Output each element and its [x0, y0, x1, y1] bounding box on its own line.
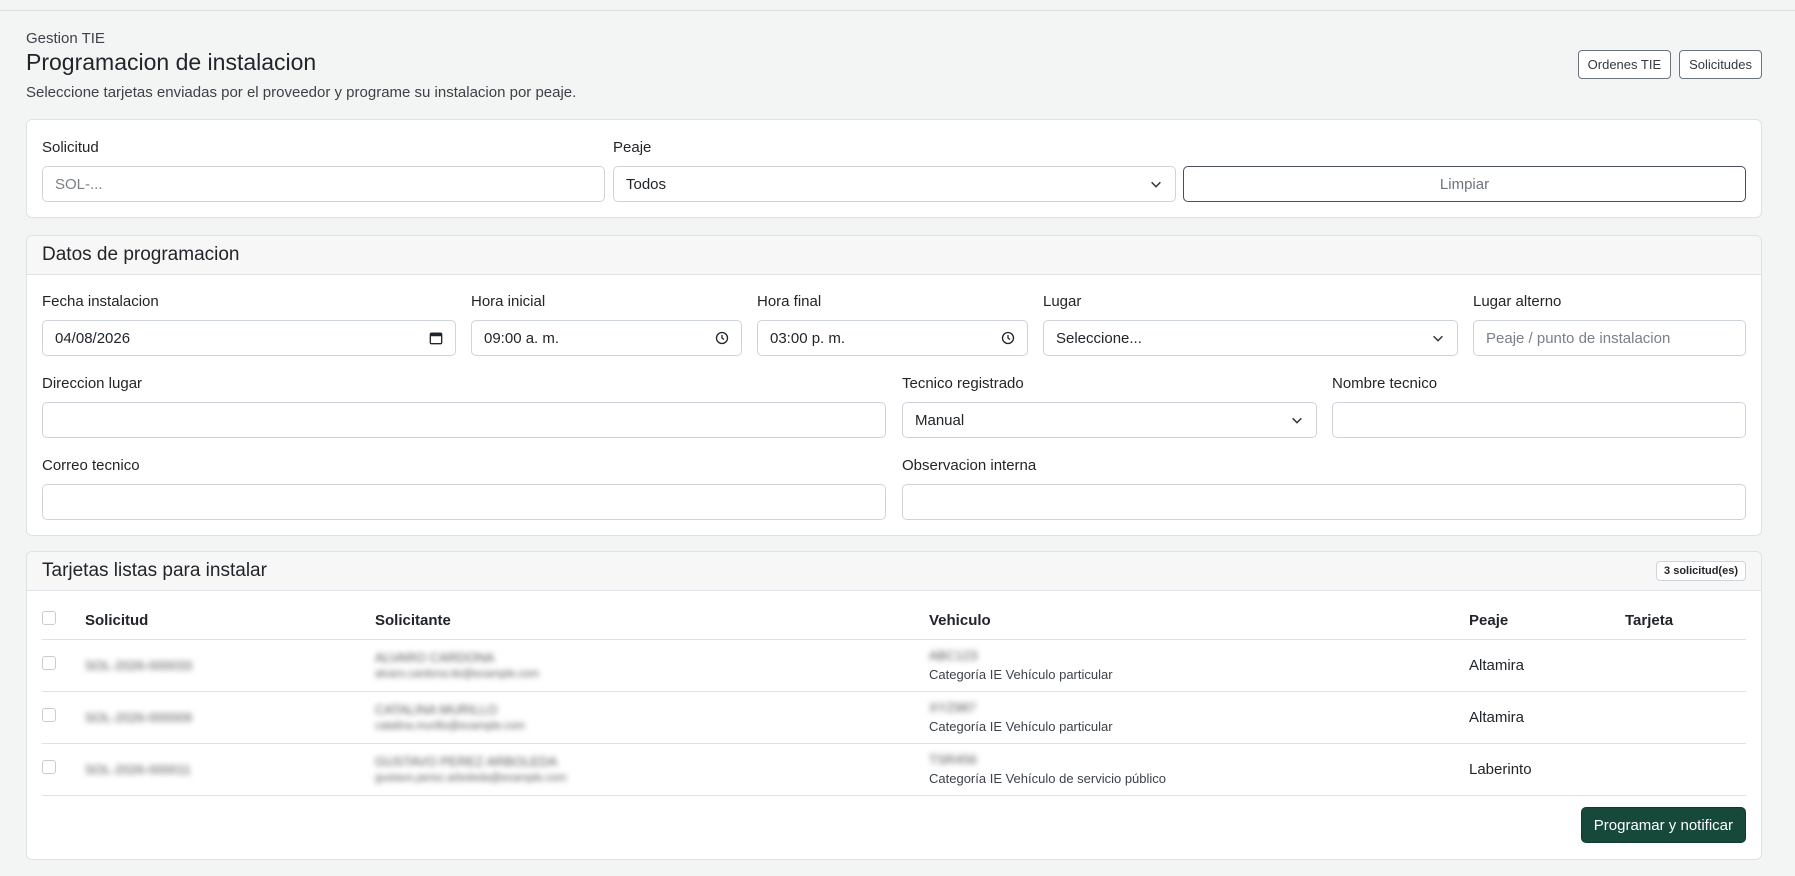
peaje-cell: Altamira: [1469, 639, 1625, 692]
vehiculo-placa: TSR456: [929, 752, 977, 767]
page-header: Gestion TIE Programacion de instalacion …: [26, 30, 1762, 101]
direccion-label: Direccion lugar: [42, 375, 143, 392]
solicitud-placeholder: SOL-...: [55, 175, 103, 193]
programacion-header: Datos de programacion: [27, 236, 1761, 275]
peaje-value: Todos: [626, 175, 667, 193]
filters-card: Solicitud SOL-... Peaje Todos Limpiar: [26, 119, 1762, 218]
lugar-alterno-placeholder: Peaje / punto de instalacion: [1486, 329, 1671, 347]
row-checkbox[interactable]: [42, 656, 56, 670]
observacion-input[interactable]: [902, 484, 1746, 520]
peaje-cell: Laberinto: [1469, 743, 1625, 796]
vehiculo-categoria: Categoría IE Vehículo particular: [929, 719, 1113, 734]
solicitante-email: catalina.murillo@example.com: [375, 720, 525, 732]
hora-inicial-value: 09:00 a. m.: [484, 329, 560, 347]
chevron-down-icon: [1292, 417, 1302, 424]
hora-final-input[interactable]: 03:00 p. m.: [757, 320, 1028, 356]
col-vehiculo: Vehiculo: [929, 602, 1469, 640]
ordenes-tie-button[interactable]: Ordenes TIE: [1577, 50, 1672, 79]
solicitud-input[interactable]: SOL-...: [42, 166, 605, 202]
correo-input[interactable]: [42, 484, 886, 520]
table-row[interactable]: SOL-2026-000033 ALVARO CARDONA alvaro.ca…: [42, 639, 1746, 692]
tarjetas-header: Tarjetas listas para instalar 3 solicitu…: [27, 552, 1761, 591]
tarjeta-cell: [1625, 691, 1746, 744]
select-all-cell: [42, 602, 85, 640]
tarjetas-card: Tarjetas listas para instalar 3 solicitu…: [26, 551, 1762, 860]
tecnico-value: Manual: [915, 411, 965, 429]
header-actions: Ordenes TIE Solicitudes: [1577, 50, 1762, 79]
solicitante-name: CATALINA MURILLO: [375, 702, 498, 717]
peaje-cell: Altamira: [1469, 691, 1625, 744]
vehiculo-placa: ABC123: [929, 648, 978, 663]
page-subtitle: Seleccione tarjetas enviadas por el prov…: [26, 84, 577, 101]
lugar-alterno-label: Lugar alterno: [1473, 293, 1562, 310]
vehiculo-categoria: Categoría IE Vehículo particular: [929, 667, 1113, 682]
chevron-down-icon: [1433, 335, 1443, 342]
solicitante-name: ALVARO CARDONA: [375, 650, 495, 665]
hora-final-label: Hora final: [757, 293, 822, 310]
page-title: Programacion de instalacion: [26, 49, 317, 75]
nombre-tecnico-label: Nombre tecnico: [1332, 375, 1438, 392]
hora-inicial-label: Hora inicial: [471, 293, 546, 310]
tecnico-label: Tecnico registrado: [902, 375, 1024, 392]
tecnico-select[interactable]: Manual: [902, 402, 1317, 438]
direccion-input[interactable]: [42, 402, 886, 438]
solicitudes-button[interactable]: Solicitudes: [1679, 50, 1762, 79]
correo-label: Correo tecnico: [42, 457, 140, 474]
vehiculo-categoria: Categoría IE Vehículo de servicio públic…: [929, 771, 1167, 786]
solicitante-email: alvaro.cardona.tie@example.com: [375, 668, 540, 680]
observacion-label: Observacion interna: [902, 457, 1037, 474]
col-tarjeta: Tarjeta: [1625, 602, 1746, 640]
solicitante-name: GUSTAVO PEREZ ARBOLEDA: [375, 754, 558, 769]
fecha-input[interactable]: 04/08/2026: [42, 320, 456, 356]
table-row[interactable]: SOL-2026-000009 CATALINA MURILLO catalin…: [42, 691, 1746, 744]
table-row[interactable]: SOL-2026-000011 GUSTAVO PEREZ ARBOLEDA g…: [42, 743, 1746, 796]
count-badge: 3 solicitud(es): [1656, 561, 1746, 581]
col-peaje: Peaje: [1469, 602, 1625, 640]
tarjetas-table: Solicitud Solicitante Vehiculo Peaje Tar…: [42, 602, 1746, 796]
peaje-label: Peaje: [613, 139, 652, 156]
calendar-icon[interactable]: [429, 331, 443, 345]
col-solicitante: Solicitante: [375, 602, 929, 640]
lugar-alterno-input[interactable]: Peaje / punto de instalacion: [1473, 320, 1746, 356]
lugar-select[interactable]: Seleccione...: [1043, 320, 1458, 356]
peaje-select[interactable]: Todos: [613, 166, 1176, 202]
solicitud-id: SOL-2026-000009: [85, 709, 192, 725]
solicitante-email: gustavo.perez.arboleda@example.com: [375, 772, 567, 784]
programacion-card: Datos de programacion Fecha instalacion …: [26, 235, 1762, 536]
breadcrumb: Gestion TIE: [26, 30, 105, 47]
row-checkbox[interactable]: [42, 760, 56, 774]
chevron-down-icon: [1151, 181, 1161, 188]
select-all-checkbox[interactable]: [42, 611, 56, 626]
fecha-value: 04/08/2026: [55, 329, 131, 347]
vehiculo-placa: XYZ987: [929, 700, 976, 715]
clock-icon[interactable]: [1001, 331, 1015, 345]
lugar-value: Seleccione...: [1056, 329, 1142, 347]
top-divider: [0, 10, 1795, 11]
tarjeta-cell: [1625, 743, 1746, 796]
clear-button[interactable]: Limpiar: [1183, 166, 1746, 202]
tarjetas-title: Tarjetas listas para instalar: [42, 560, 267, 581]
tarjeta-cell: [1625, 639, 1746, 692]
programar-notificar-button[interactable]: Programar y notificar: [1580, 807, 1746, 843]
hora-final-value: 03:00 p. m.: [770, 329, 846, 347]
solicitud-id: SOL-2026-000011: [85, 761, 192, 777]
table-header-row: Solicitud Solicitante Vehiculo Peaje Tar…: [42, 602, 1746, 640]
lugar-label: Lugar: [1043, 293, 1082, 310]
programacion-title: Datos de programacion: [42, 244, 240, 265]
nombre-tecnico-input[interactable]: [1332, 402, 1746, 438]
fecha-label: Fecha instalacion: [42, 293, 159, 310]
col-solicitud: Solicitud: [85, 602, 375, 640]
solicitud-label: Solicitud: [42, 139, 99, 156]
hora-inicial-input[interactable]: 09:00 a. m.: [471, 320, 742, 356]
solicitud-id: SOL-2026-000033: [85, 657, 192, 673]
row-checkbox[interactable]: [42, 708, 56, 722]
clock-icon[interactable]: [715, 331, 729, 345]
